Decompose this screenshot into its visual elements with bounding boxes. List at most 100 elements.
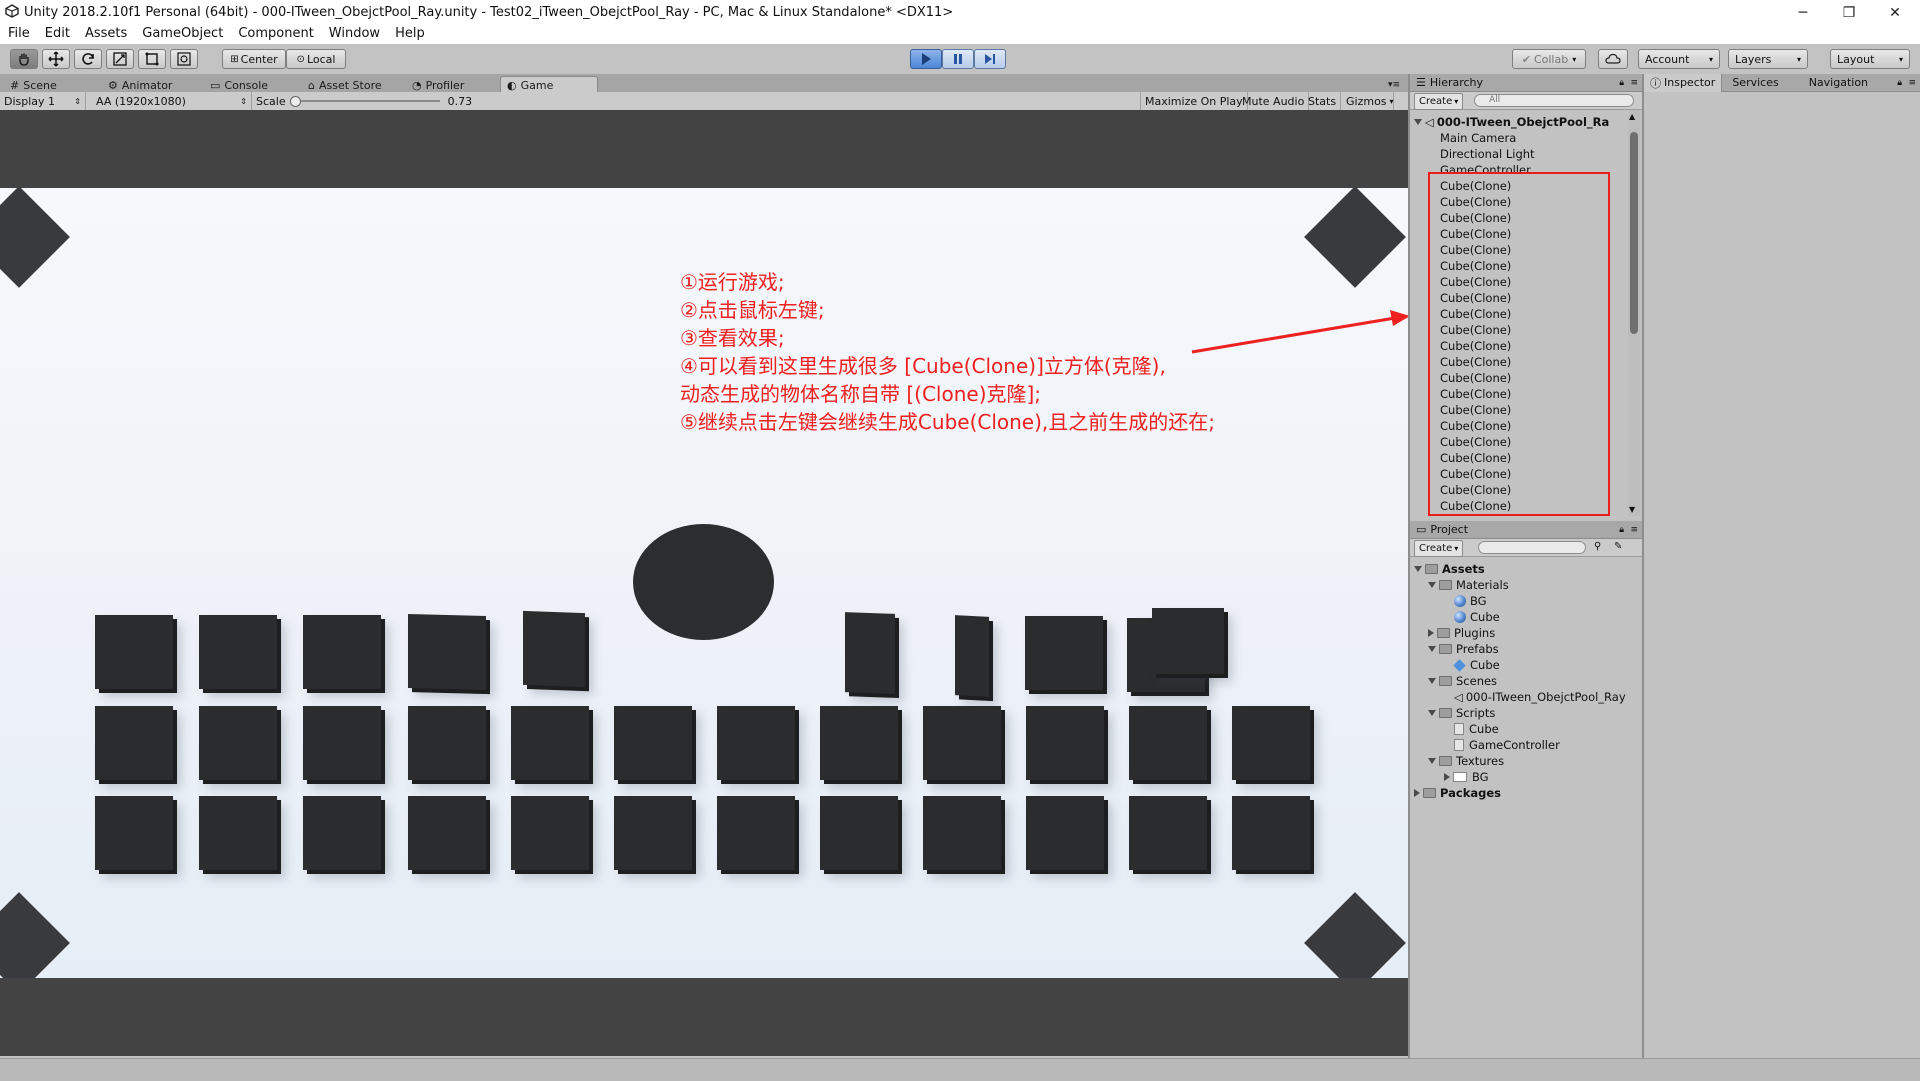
annotation-highlight-box [1428,172,1610,516]
lock-icon[interactable]: 🔒︎ [1619,78,1624,88]
panel-menu-icon[interactable]: ≡ [1630,525,1638,535]
hierarchy-item-main-camera[interactable]: Main Camera [1440,130,1516,146]
expand-arrow-icon[interactable] [1414,119,1422,125]
inspector-panel: ⓘ Inspector Services Navigation 🔒︎ ≡ [1644,73,1920,1056]
hierarchy-search-placeholder: All [1489,95,1501,105]
tab-inspector-label: Inspector [1664,76,1716,89]
create-dropdown-icon: ▾ [1454,544,1459,553]
texture-icon [1453,772,1467,782]
project-panel: ▭ Project 🔒︎ ≡ Create ▾ ⚲ ✎ Assets Materia… [1410,521,1642,1056]
folder-icon [1439,756,1452,766]
panel-menu-icon[interactable]: ≡ [1908,78,1916,88]
create-dropdown-icon: ▾ [1454,97,1459,106]
tab-navigation[interactable]: Navigation [1803,74,1874,92]
tree-prefab-cube[interactable]: Cube [1453,657,1500,673]
tree-plugins[interactable]: Plugins [1428,625,1495,641]
tree-textures[interactable]: Textures [1428,753,1504,769]
expand-arrow-icon[interactable] [1414,566,1422,572]
inspector-tabs: ⓘ Inspector Services Navigation 🔒︎ ≡ [1644,73,1920,92]
tree-scripts-label: Scripts [1456,706,1496,720]
prefab-icon [1453,658,1466,672]
tree-script-gamecontroller-label: GameController [1469,738,1560,752]
tree-packages[interactable]: Packages [1414,785,1501,801]
hierarchy-list-icon: ☰ [1416,76,1426,89]
hierarchy-create-button[interactable]: Create ▾ [1414,93,1464,110]
project-toolbar: Create ▾ ⚲ ✎ [1410,539,1642,557]
filter-type-icon[interactable]: ⚲ [1594,541,1601,552]
folder-icon [1425,564,1438,574]
tab-services-label: Services [1732,76,1779,89]
folder-icon [1439,580,1452,590]
tree-scenes-label: Scenes [1456,674,1498,688]
collapse-arrow-icon[interactable] [1428,629,1434,637]
tree-scripts[interactable]: Scripts [1428,705,1495,721]
tree-plugins-label: Plugins [1454,626,1496,640]
tree-material-bg[interactable]: BG [1454,593,1487,609]
project-search-input[interactable] [1478,541,1586,554]
tree-script-cube-label: Cube [1469,722,1499,736]
tree-scene-file-label: 000-ITween_ObejctPool_Ray [1465,690,1626,704]
hierarchy-tab-label: Hierarchy [1429,76,1484,89]
expand-arrow-icon[interactable] [1428,710,1436,716]
tree-materials-label: Materials [1456,578,1509,592]
project-tab[interactable]: ▭ Project 🔒︎ ≡ [1410,521,1642,539]
tree-prefabs[interactable]: Prefabs [1428,641,1499,657]
panel-menu-icon[interactable]: ≡ [1630,78,1638,88]
tab-inspector[interactable]: ⓘ Inspector [1644,73,1723,92]
hierarchy-scrollbar[interactable]: ▲ ▼ [1628,110,1640,516]
filter-label-icon[interactable]: ✎ [1614,541,1622,552]
tree-prefab-cube-label: Cube [1470,658,1500,672]
tree-material-cube-label: Cube [1470,610,1500,624]
project-folder-icon: ▭ [1416,523,1427,536]
tree-prefabs-label: Prefabs [1456,642,1499,656]
hierarchy-item-directional-light[interactable]: Directional Light [1440,146,1535,162]
tree-script-gamecontroller[interactable]: GameController [1454,737,1560,753]
lock-icon[interactable]: 🔒︎ [1897,78,1902,88]
project-tab-label: Project [1430,523,1469,536]
expand-arrow-icon[interactable] [1428,646,1436,652]
hierarchy-create-label: Create [1419,96,1453,107]
unity-scene-icon: ◁ [1425,115,1434,129]
material-icon [1454,595,1466,607]
folder-icon [1439,644,1452,654]
hierarchy-tab[interactable]: ☰ Hierarchy 🔒︎ ≡ [1410,74,1642,92]
tree-assets[interactable]: Assets [1414,561,1485,577]
tree-scene-file[interactable]: ◁ 000-ITween_ObejctPool_Ray [1454,689,1626,705]
expand-arrow-icon[interactable] [1428,678,1436,684]
tree-texture-bg-label: BG [1472,770,1489,784]
hierarchy-toolbar: Create ▾ All [1410,92,1642,110]
scene-root[interactable]: ◁ 000-ITween_ObejctPool_Ra [1414,114,1609,130]
tab-navigation-label: Navigation [1808,76,1869,89]
lock-icon[interactable]: 🔒︎ [1619,525,1624,535]
tree-script-cube[interactable]: Cube [1454,721,1499,737]
collapse-arrow-icon[interactable] [1414,789,1420,797]
info-icon: ⓘ [1650,76,1661,90]
folder-icon [1439,676,1452,686]
expand-arrow-icon[interactable] [1428,582,1436,588]
folder-icon [1437,628,1450,638]
status-bar [0,1058,1920,1081]
tree-texture-bg[interactable]: BG [1444,769,1489,785]
folder-icon [1423,788,1436,798]
scene-root-label: 000-ITween_ObejctPool_Ra [1436,115,1610,129]
script-icon [1454,723,1464,735]
tree-material-bg-label: BG [1470,594,1487,608]
tree-packages-label: Packages [1440,786,1501,800]
tree-material-cube[interactable]: Cube [1454,609,1500,625]
expand-arrow-icon[interactable] [1428,758,1436,764]
project-create-button[interactable]: Create ▾ [1414,540,1464,557]
scroll-up-icon[interactable]: ▲ [1629,112,1635,121]
material-icon [1454,611,1466,623]
tree-textures-label: Textures [1456,754,1505,768]
tree-assets-label: Assets [1442,562,1485,576]
unity-scene-icon: ◁ [1454,690,1463,704]
scroll-down-icon[interactable]: ▼ [1629,505,1635,514]
script-icon [1454,739,1464,751]
hierarchy-search-input[interactable]: All [1474,94,1634,107]
tree-scenes[interactable]: Scenes [1428,673,1497,689]
hierarchy-scroll-thumb[interactable] [1630,132,1638,334]
tab-services[interactable]: Services [1722,74,1788,92]
collapse-arrow-icon[interactable] [1444,773,1450,781]
project-create-label: Create [1419,543,1453,554]
tree-materials[interactable]: Materials [1428,577,1509,593]
